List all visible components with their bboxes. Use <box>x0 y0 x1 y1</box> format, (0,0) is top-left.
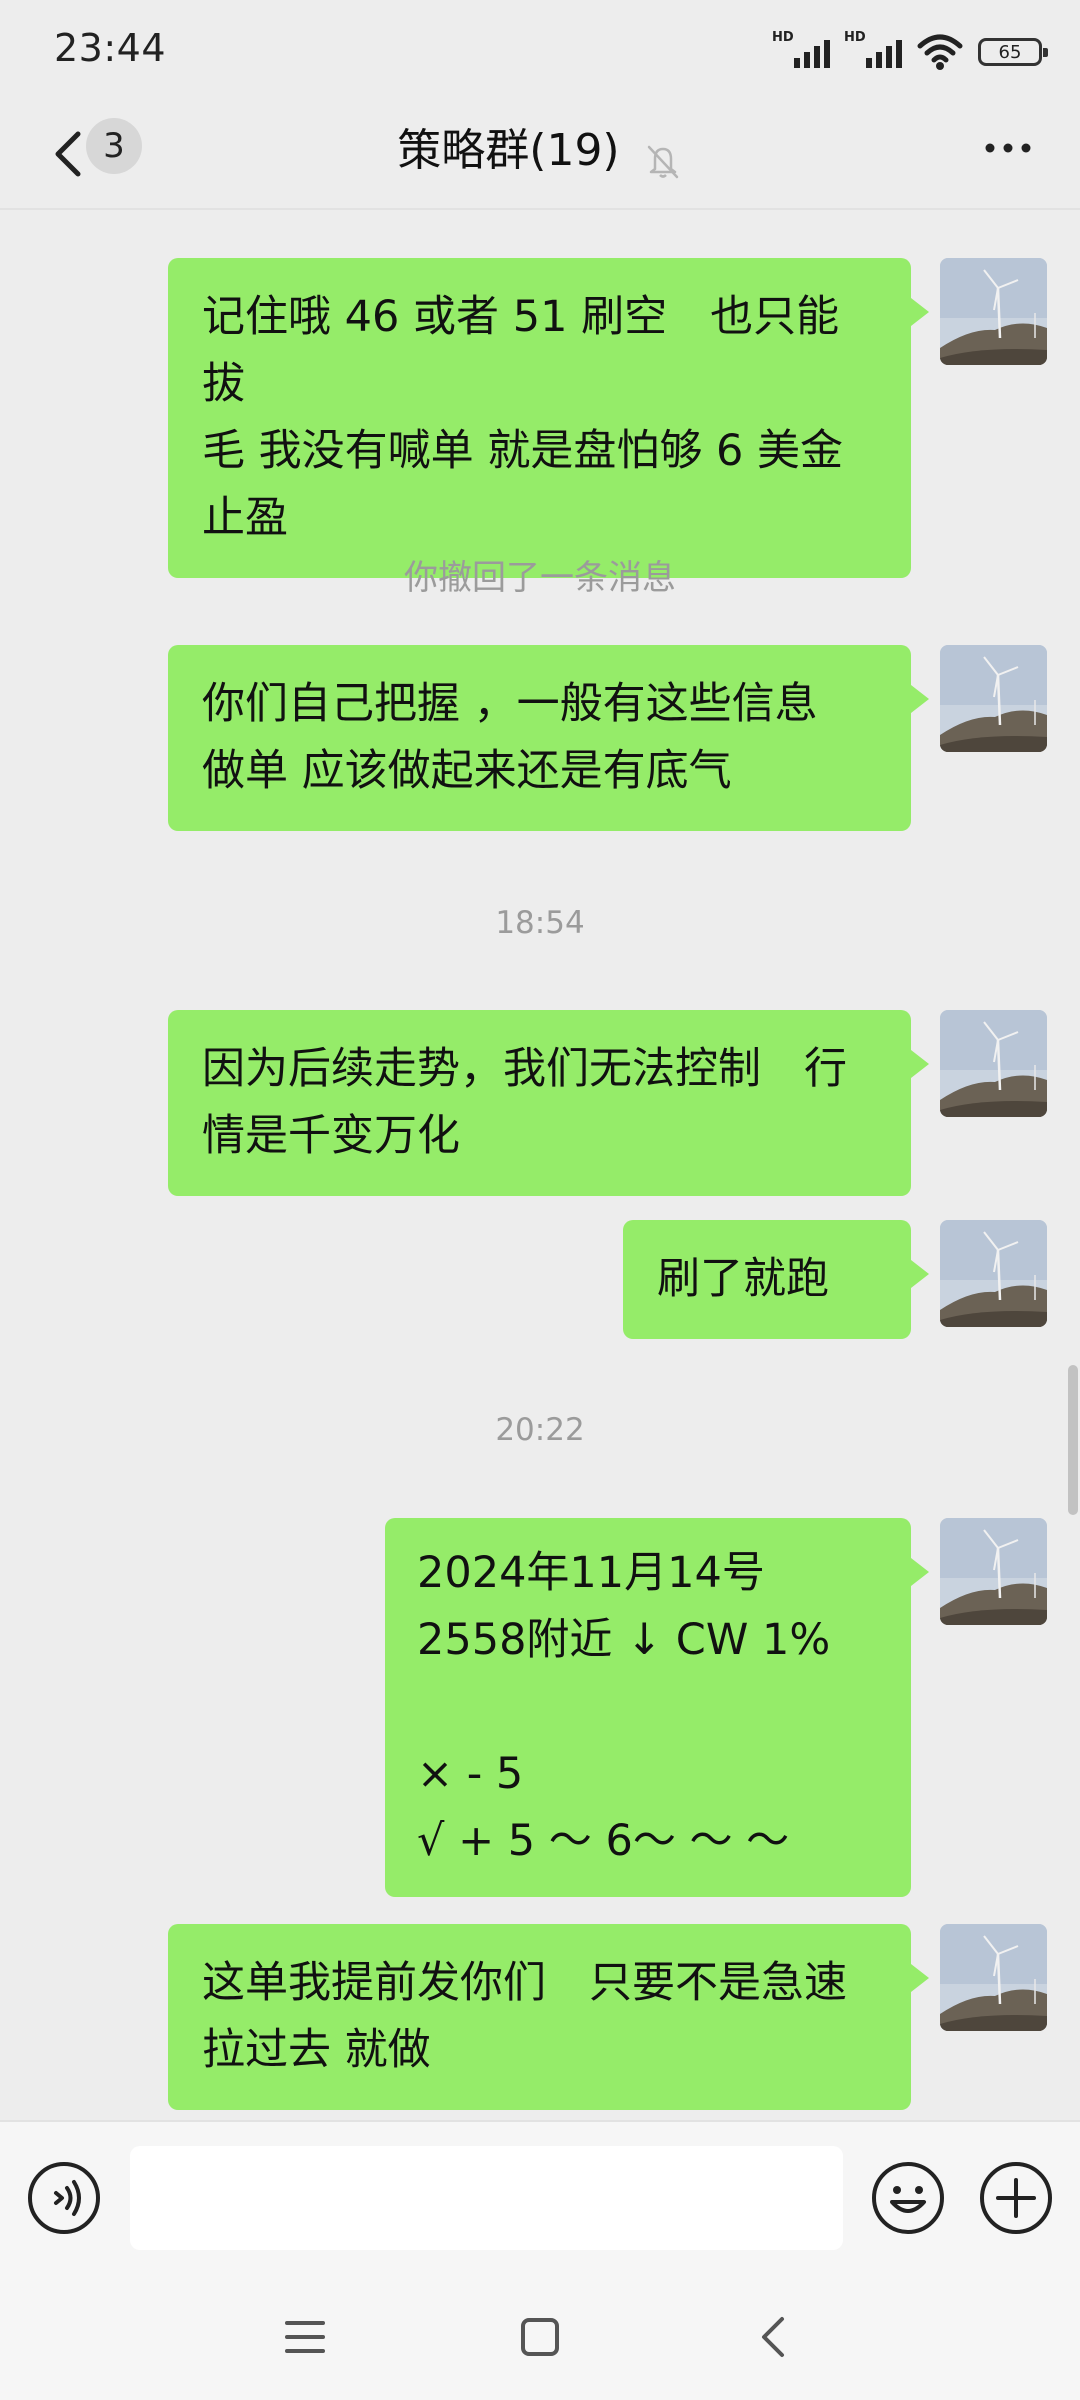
more-dots-icon[interactable] <box>978 128 1038 168</box>
voice-icon[interactable] <box>26 2160 102 2236</box>
title-area: 策略群(19) <box>0 114 1080 181</box>
signal-2-label: HD <box>844 30 866 45</box>
message-bubble[interactable]: 你们自己把握 ，一般有这些信息 做单 应该做起来还是有底气 <box>168 645 929 831</box>
input-bar <box>0 2120 1080 2277</box>
message-line: 记住哦 46 或者 51 刷空 也只能拔 <box>202 292 840 409</box>
avatar[interactable] <box>940 1924 1047 2031</box>
system-message: 你撤回了一条消息 <box>404 558 676 598</box>
wind-turbine-avatar-image <box>940 1010 1047 1117</box>
avatar[interactable] <box>940 645 1047 752</box>
status-bar: 23:44 HD HD 65 <box>0 0 1080 100</box>
message-bubble[interactable]: 刷了就跑 <box>623 1220 929 1339</box>
home-icon[interactable] <box>518 2315 562 2359</box>
scrollbar[interactable] <box>1068 1365 1078 1515</box>
wind-turbine-avatar-image <box>940 258 1047 365</box>
menu-icon[interactable] <box>283 2317 327 2357</box>
back-icon[interactable] <box>754 2315 794 2359</box>
message-line: 2558附近 ↓ CW 1% <box>417 1615 831 1665</box>
status-icons: HD HD 65 <box>772 30 1048 74</box>
signal-1-label: HD <box>772 30 794 45</box>
wind-turbine-avatar-image <box>940 645 1047 752</box>
status-time: 23:44 <box>54 26 167 70</box>
avatar[interactable] <box>940 1220 1047 1327</box>
signal-icon-2: HD <box>844 30 902 74</box>
plus-icon[interactable] <box>978 2160 1054 2236</box>
message-line: × - 5 <box>417 1749 524 1799</box>
message-line: √ + 5 ～ 6～ ～ ～ <box>417 1816 790 1866</box>
system-nav-bar <box>0 2275 1080 2400</box>
header-divider <box>0 208 1080 210</box>
message-line: 止盈 <box>202 493 288 543</box>
message-input[interactable] <box>130 2146 843 2250</box>
message-line: 毛 我没有喊单 就是盘怕够 6 美金 <box>202 426 844 476</box>
timestamp: 20:22 <box>495 1412 585 1448</box>
wind-turbine-avatar-image <box>940 1924 1047 2031</box>
message-bubble[interactable]: 2024年11月14号 2558附近 ↓ CW 1% × - 5 √ + 5 ～… <box>385 1518 929 1897</box>
message-line: 你们自己把握 ，一般有这些信息 <box>202 679 818 729</box>
emoji-icon[interactable] <box>870 2160 946 2236</box>
wind-turbine-avatar-image <box>940 1518 1047 1625</box>
avatar[interactable] <box>940 1010 1047 1117</box>
message-line: 这单我提前发你们 只要不是急速 <box>202 1958 847 2008</box>
timestamp: 18:54 <box>495 905 585 941</box>
message-bubble[interactable]: 这单我提前发你们 只要不是急速 拉过去 就做 <box>168 1924 929 2110</box>
message-line: 拉过去 就做 <box>202 2025 431 2075</box>
message-line: 做单 应该做起来还是有底气 <box>202 746 732 796</box>
chat-title[interactable]: 策略群(19) <box>397 125 619 176</box>
message-bubble[interactable]: 因为后续走势，我们无法控制 行 情是千变万化 <box>168 1010 929 1196</box>
wifi-icon <box>917 34 963 70</box>
message-line: 2024年11月14号 <box>417 1548 765 1598</box>
wind-turbine-avatar-image <box>940 1220 1047 1327</box>
chat-header: 3 策略群(19) <box>0 100 1080 210</box>
avatar[interactable] <box>940 258 1047 365</box>
message-line: 刷了就跑 <box>657 1254 829 1304</box>
message-line: 因为后续走势，我们无法控制 行 <box>202 1044 847 1094</box>
message-line <box>417 1674 879 1741</box>
battery-icon: 65 <box>978 38 1048 66</box>
signal-icon-1: HD <box>772 30 830 74</box>
bell-off-icon <box>647 145 678 178</box>
battery-level: 65 <box>998 41 1022 63</box>
message-bubble[interactable]: 记住哦 46 或者 51 刷空 也只能拔 毛 我没有喊单 就是盘怕够 6 美金 … <box>168 258 929 578</box>
avatar[interactable] <box>940 1518 1047 1625</box>
message-line: 情是千变万化 <box>202 1111 460 1161</box>
